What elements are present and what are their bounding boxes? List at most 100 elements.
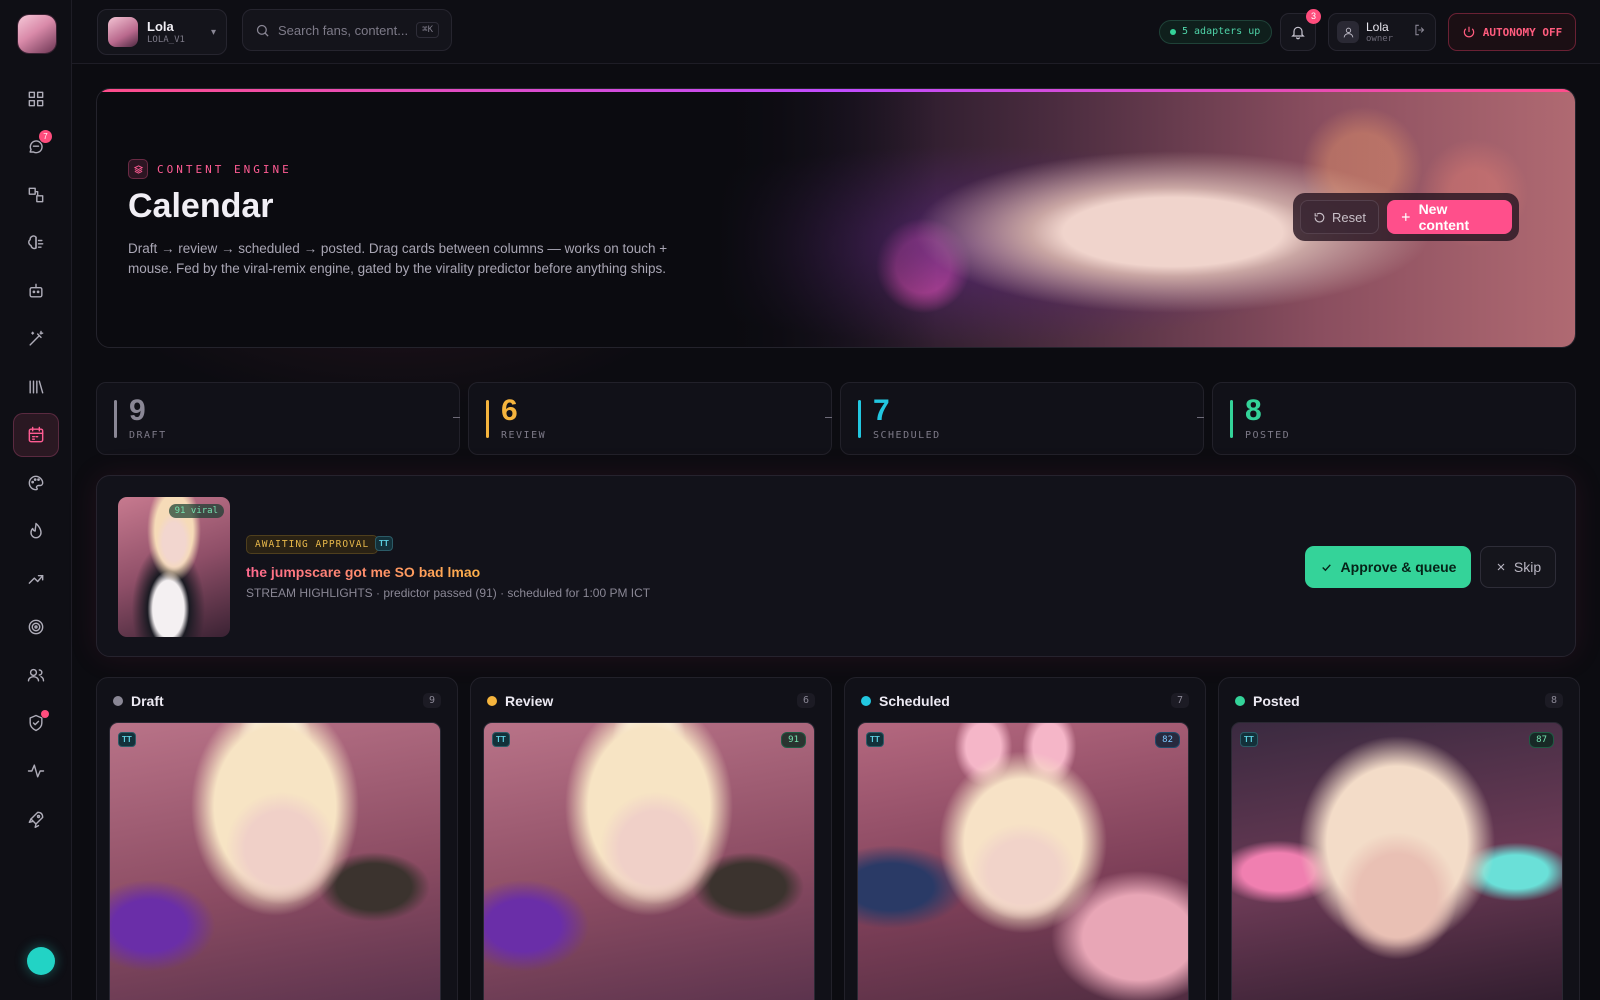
sidebar-item-bots[interactable] <box>13 269 59 313</box>
sidebar-item-library[interactable] <box>13 365 59 409</box>
page-description: Draft → review → scheduled → posted. Dra… <box>128 241 668 276</box>
hero-eyebrow-text: CONTENT ENGINE <box>157 162 292 176</box>
approval-thumbnail[interactable]: 91 viral <box>118 497 230 637</box>
virality-score: 91 <box>781 732 806 748</box>
sidebar-item-trending[interactable] <box>13 509 59 553</box>
autonomy-label: AUTONOMY OFF <box>1482 25 1563 39</box>
stat-bar <box>486 400 489 438</box>
hero-accent-line <box>97 89 1575 92</box>
user-avatar <box>1337 21 1359 43</box>
close-icon <box>1497 563 1505 571</box>
grid-icon <box>28 91 44 107</box>
flame-icon <box>30 522 42 539</box>
sidebar-item-safety[interactable] <box>13 701 59 745</box>
target-icon <box>28 619 44 635</box>
sidebar-item-health[interactable] <box>13 749 59 793</box>
user-role: owner <box>1366 34 1394 44</box>
new-content-button[interactable]: New content <box>1386 200 1512 234</box>
column-header: Scheduled <box>861 693 950 709</box>
stat-card-posted: 8 POSTED <box>1212 382 1576 455</box>
notifications-button[interactable]: 3 <box>1280 9 1321 51</box>
column-title: Review <box>505 693 554 709</box>
platform-tag: TT <box>492 732 510 747</box>
stat-card-draft: 9 DRAFT <box>96 382 460 455</box>
chevron-down-icon: ▾ <box>210 26 216 38</box>
persona-name: Lola <box>147 19 174 34</box>
stat-separator <box>825 417 832 418</box>
sidebar-item-dashboard[interactable] <box>13 77 59 121</box>
sidebar-item-growth[interactable] <box>13 557 59 601</box>
search-box[interactable]: ⌘K <box>242 9 452 51</box>
palette-icon <box>28 475 44 491</box>
sidebar-item-launch[interactable] <box>13 797 59 841</box>
column-dot <box>1235 696 1245 706</box>
reset-button[interactable]: Reset <box>1300 200 1379 234</box>
bell-icon <box>1291 26 1305 40</box>
column-count: 7 <box>1170 693 1189 708</box>
sidebar-item-brain[interactable] <box>13 221 59 265</box>
platform-tag: TT <box>866 732 884 747</box>
column-dot <box>861 696 871 706</box>
user-name: Lola <box>1366 20 1389 34</box>
sidebar-item-targets[interactable] <box>13 605 59 649</box>
stat-card-review: 6 REVIEW <box>468 382 832 455</box>
persona-avatar <box>108 17 138 47</box>
sidebar-item-magic[interactable] <box>13 317 59 361</box>
virality-score: 82 <box>1155 732 1180 748</box>
logout-button[interactable] <box>1413 23 1427 42</box>
library-icon <box>29 380 44 394</box>
content-card[interactable]: TT 82 <box>857 722 1189 1000</box>
content-card[interactable]: TT <box>109 722 441 1000</box>
skip-label: Skip <box>1513 559 1542 575</box>
approval-title: the jumpscare got me SO bad lmao <box>246 564 481 580</box>
virality-score: 87 <box>1529 732 1554 748</box>
autonomy-toggle-button[interactable]: AUTONOMY OFF <box>1448 13 1576 51</box>
trend-icon <box>28 574 44 584</box>
notifications-badge: 3 <box>1306 9 1321 24</box>
safety-alert-dot <box>41 710 49 718</box>
user-menu[interactable]: Lola owner <box>1328 13 1436 51</box>
column-header: Posted <box>1235 693 1300 709</box>
stat-label: SCHEDULED <box>873 430 941 441</box>
stat-label: REVIEW <box>501 430 547 441</box>
sidebar-item-messages[interactable]: 7 <box>13 125 59 169</box>
sidebar-item-fans[interactable] <box>13 653 59 697</box>
column-header: Review <box>487 693 553 709</box>
search-input[interactable] <box>278 22 408 38</box>
connection-status-orb[interactable] <box>27 947 55 975</box>
sidebar-item-palette[interactable] <box>13 461 59 505</box>
search-icon <box>256 24 269 37</box>
calendar-icon <box>28 426 44 443</box>
stat-separator <box>453 417 460 418</box>
stat-value: 8 <box>1245 394 1262 427</box>
wand-icon <box>29 330 44 346</box>
persona-switcher[interactable]: Lola LOLA_V1 ▾ <box>97 9 227 55</box>
stat-separator <box>1197 417 1204 418</box>
skip-button[interactable]: Skip <box>1480 546 1556 588</box>
column-title: Posted <box>1253 693 1300 709</box>
sidebar-item-calendar[interactable] <box>13 413 59 457</box>
column-scheduled: Scheduled 7 TT 82 <box>844 677 1206 1000</box>
stat-label: DRAFT <box>129 430 167 441</box>
approval-panel: 91 viral AWAITING APPROVAL TT the jumpsc… <box>96 475 1576 657</box>
virality-badge: 91 viral <box>168 504 224 518</box>
app-logo-avatar[interactable] <box>18 15 56 53</box>
content-card[interactable]: TT 91 <box>483 722 815 1000</box>
new-content-label: New content <box>1418 201 1470 233</box>
column-title: Draft <box>131 693 164 709</box>
platform-tag: TT <box>118 732 136 747</box>
reset-icon <box>1314 212 1325 222</box>
content-card[interactable]: TT 87 <box>1231 722 1563 1000</box>
column-count: 8 <box>1544 693 1563 708</box>
stat-label: POSTED <box>1245 430 1291 441</box>
logout-icon <box>1415 24 1425 35</box>
sidebar-item-workflows[interactable] <box>13 173 59 217</box>
hero-image-fade <box>717 89 937 347</box>
check-icon <box>1321 563 1331 571</box>
column-count: 9 <box>422 693 441 708</box>
column-review: Review 6 TT 91 <box>470 677 832 1000</box>
rocket-icon <box>28 811 44 829</box>
layers-icon <box>128 159 148 179</box>
approve-queue-button[interactable]: Approve & queue <box>1305 546 1471 588</box>
brain-icon <box>28 235 44 250</box>
